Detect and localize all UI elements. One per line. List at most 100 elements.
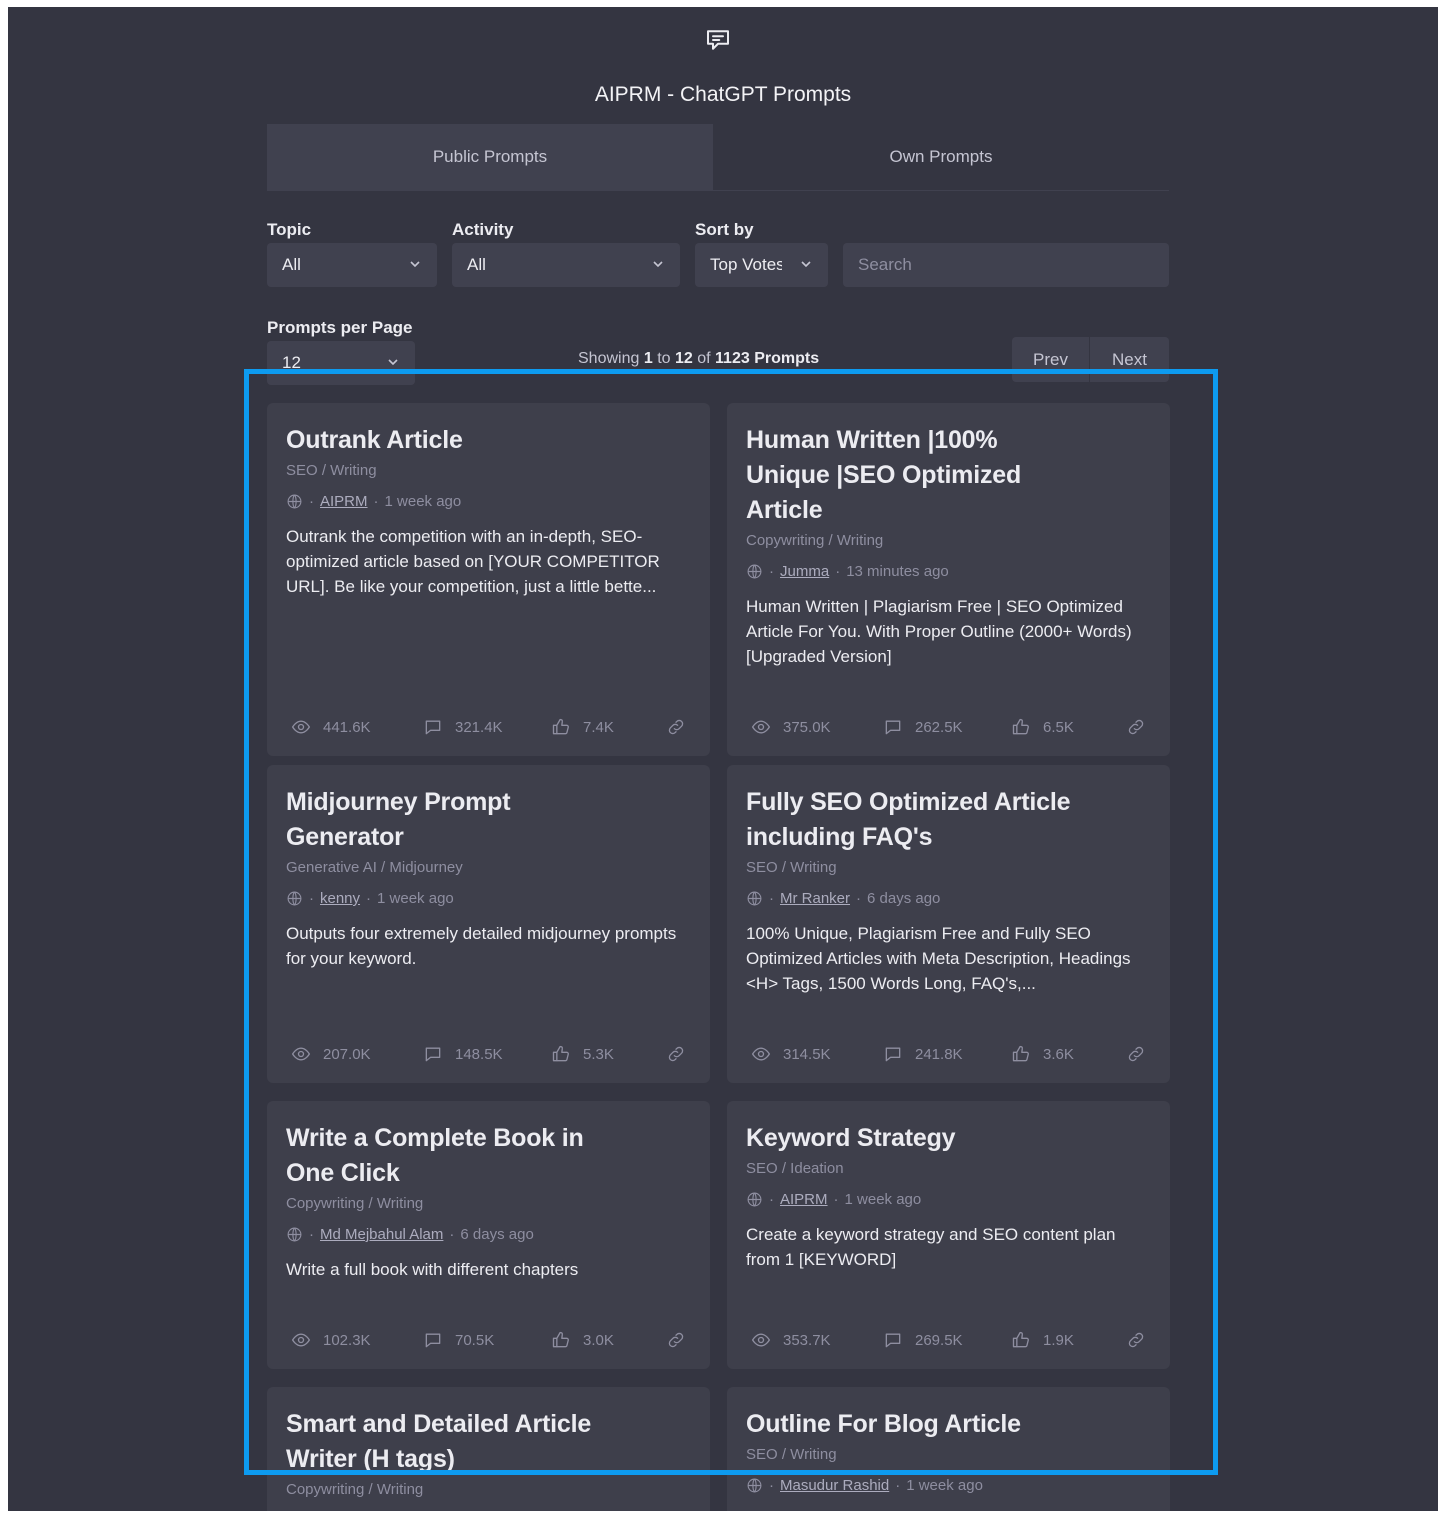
- next-button[interactable]: Next: [1090, 337, 1169, 382]
- prev-button[interactable]: Prev: [1012, 337, 1089, 382]
- activity-label: Activity: [452, 220, 514, 239]
- card-title[interactable]: Outline For Blog Article: [746, 1407, 1076, 1442]
- copy-link-button[interactable]: [666, 1044, 686, 1064]
- tab-bar: Public Prompts Own Prompts: [267, 124, 1169, 191]
- meta-separator: ·: [769, 890, 774, 907]
- card-category: Generative AI / Midjourney: [286, 859, 463, 876]
- comments-stat: 269.5K: [883, 1330, 1011, 1350]
- copy-link-button[interactable]: [1126, 1044, 1146, 1064]
- views-count: 207.0K: [323, 1045, 371, 1063]
- card-title[interactable]: Write a Complete Book in One Click: [286, 1121, 616, 1191]
- comments-count: 321.4K: [455, 718, 503, 736]
- likes-stat[interactable]: 6.5K: [1011, 717, 1123, 737]
- views-count: 375.0K: [783, 718, 831, 736]
- per-page-select[interactable]: 12: [267, 341, 415, 385]
- comments-count: 262.5K: [915, 718, 963, 736]
- prompt-card[interactable]: Write a Complete Book in One Click Copywr…: [267, 1101, 710, 1369]
- thumbs-up-icon[interactable]: [551, 1044, 571, 1064]
- likes-stat[interactable]: 5.3K: [551, 1044, 663, 1064]
- card-title[interactable]: Smart and Detailed Article Writer (H tag…: [286, 1407, 616, 1477]
- search-input[interactable]: [843, 243, 1169, 287]
- thumbs-up-icon[interactable]: [551, 1330, 571, 1350]
- thumbs-up-icon[interactable]: [1011, 1044, 1031, 1064]
- card-title[interactable]: Midjourney Prompt Generator: [286, 785, 616, 855]
- card-title[interactable]: Keyword Strategy: [746, 1121, 1076, 1156]
- app-window: AIPRM - ChatGPT Prompts Public Prompts O…: [8, 7, 1438, 1511]
- thumbs-up-icon[interactable]: [1011, 1330, 1031, 1350]
- comments-stat: 262.5K: [883, 717, 1011, 737]
- tab-own-prompts[interactable]: Own Prompts: [713, 124, 1169, 190]
- meta-separator: ·: [895, 1477, 901, 1494]
- globe-icon: [746, 563, 763, 580]
- topic-select[interactable]: All: [267, 243, 437, 287]
- link-icon[interactable]: [666, 717, 686, 737]
- card-title[interactable]: Outrank Article: [286, 423, 616, 458]
- card-time: 1 week ago: [384, 493, 462, 510]
- copy-link-button[interactable]: [1126, 1330, 1146, 1350]
- prompt-card[interactable]: Midjourney Prompt Generator Generative AI…: [267, 765, 710, 1083]
- activity-select[interactable]: All: [452, 243, 680, 287]
- eye-icon: [291, 717, 311, 737]
- link-icon[interactable]: [1126, 1044, 1146, 1064]
- likes-count: 3.0K: [583, 1331, 614, 1349]
- views-stat: 102.3K: [291, 1330, 423, 1350]
- eye-icon: [751, 717, 771, 737]
- card-meta: · AIPRM · 1 week ago: [746, 1191, 1151, 1208]
- card-stats: 207.0K 148.5K 5.3K: [291, 1044, 686, 1064]
- link-icon[interactable]: [666, 1330, 686, 1350]
- card-stats: 375.0K 262.5K 6.5K: [751, 717, 1146, 737]
- link-icon[interactable]: [1126, 717, 1146, 737]
- thumbs-up-icon[interactable]: [1011, 717, 1031, 737]
- meta-separator: ·: [835, 563, 841, 580]
- views-stat: 314.5K: [751, 1044, 883, 1064]
- meta-separator: ·: [309, 1226, 314, 1243]
- card-author-link[interactable]: Jumma: [780, 563, 829, 580]
- eye-icon: [751, 1330, 771, 1350]
- pagination-from: 1: [643, 350, 653, 367]
- card-author-link[interactable]: Masudur Rashid: [780, 1477, 889, 1494]
- card-author-link[interactable]: kenny: [320, 890, 360, 907]
- card-time: 1 week ago: [377, 890, 454, 907]
- likes-stat[interactable]: 1.9K: [1011, 1330, 1123, 1350]
- prompt-card[interactable]: Smart and Detailed Article Writer (H tag…: [267, 1387, 710, 1511]
- link-icon[interactable]: [1126, 1330, 1146, 1350]
- chevron-down-icon: [801, 261, 811, 268]
- card-author-link[interactable]: AIPRM: [780, 1191, 828, 1208]
- copy-link-button[interactable]: [666, 717, 686, 737]
- meta-separator: ·: [449, 1226, 455, 1243]
- eye-icon: [751, 1044, 771, 1064]
- card-description: Write a full book with different chapter…: [286, 1260, 579, 1279]
- likes-stat[interactable]: 3.6K: [1011, 1044, 1123, 1064]
- views-count: 102.3K: [323, 1331, 371, 1349]
- pagination-prefix: Showing: [578, 350, 640, 367]
- likes-stat[interactable]: 3.0K: [551, 1330, 663, 1350]
- chevron-down-icon: [653, 261, 663, 268]
- meta-separator: ·: [769, 1477, 774, 1494]
- pagination-of-word: of: [697, 350, 711, 367]
- per-page-value: 12: [282, 353, 301, 372]
- card-author-link[interactable]: AIPRM: [320, 493, 368, 510]
- sort-select[interactable]: Top Votes: [695, 243, 828, 287]
- card-title[interactable]: Human Written |100% Unique |SEO Optimize…: [746, 423, 1076, 528]
- prompt-card[interactable]: Outrank Article SEO / Writing · AIPRM · 1 wee…: [267, 403, 710, 756]
- card-category: SEO / Writing: [286, 462, 377, 479]
- tab-public-prompts[interactable]: Public Prompts: [267, 124, 713, 190]
- copy-link-button[interactable]: [1126, 717, 1146, 737]
- card-meta: · Jumma · 13 minutes ago: [746, 563, 1151, 580]
- card-author-link[interactable]: Md Mejbahul Alam: [320, 1226, 443, 1243]
- card-title[interactable]: Fully SEO Optimized Article including FA…: [746, 785, 1076, 855]
- thumbs-up-icon[interactable]: [551, 717, 571, 737]
- card-category: SEO / Writing: [746, 1446, 837, 1463]
- prompt-card[interactable]: Human Written |100% Unique |SEO Optimize…: [727, 403, 1170, 756]
- likes-stat[interactable]: 7.4K: [551, 717, 663, 737]
- views-stat: 353.7K: [751, 1330, 883, 1350]
- copy-link-button[interactable]: [666, 1330, 686, 1350]
- prompt-card[interactable]: Outline For Blog Article SEO / Writing · Ma…: [727, 1387, 1170, 1511]
- card-author-link[interactable]: Mr Ranker: [780, 890, 850, 907]
- prompt-card[interactable]: Fully SEO Optimized Article including FA…: [727, 765, 1170, 1083]
- card-meta: · Mr Ranker · 6 days ago: [746, 890, 1151, 907]
- globe-icon: [746, 890, 763, 907]
- link-icon[interactable]: [666, 1044, 686, 1064]
- card-time: 1 week ago: [844, 1191, 922, 1208]
- prompt-card[interactable]: Keyword Strategy SEO / Ideation · AIPRM · 1 w…: [727, 1101, 1170, 1369]
